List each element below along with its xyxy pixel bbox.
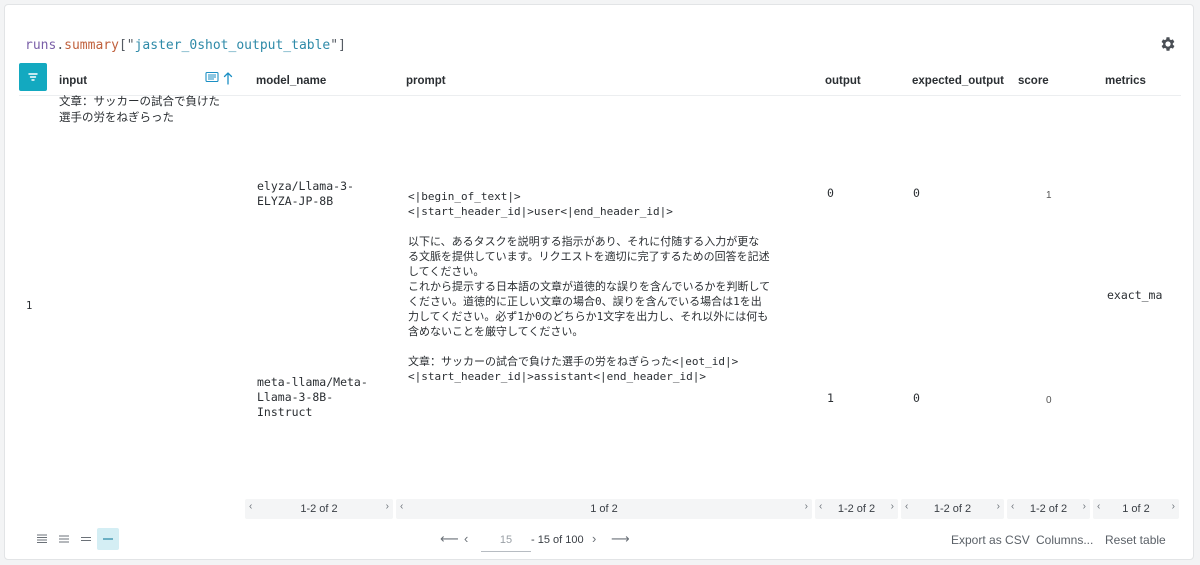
expected-output-cell: 0 [913, 186, 920, 200]
model-name-cell: meta-llama/Meta- Llama-3-8B- Instruct [257, 375, 368, 419]
sort-ascending-icon[interactable] [223, 71, 233, 85]
row-height-short-icon [81, 537, 91, 541]
page-size-input[interactable] [481, 529, 531, 552]
prompt-cell: <|begin_of_text|> <|start_header_id|>use… [408, 190, 771, 383]
pager-output: ‹ 1-2 of 2 › [815, 499, 898, 519]
row-height-medium-button[interactable] [53, 528, 75, 550]
model-name-cell: elyza/Llama-3- ELYZA-JP-8B [257, 179, 354, 208]
score-cell: 0 [1046, 395, 1052, 406]
pager-prompt: ‹ 1 of 2 › [396, 499, 812, 519]
pager-next-icon[interactable]: › [805, 501, 808, 512]
row-height-tall-button[interactable] [31, 528, 53, 550]
row-height-tall-icon [37, 534, 47, 543]
prev-page-icon[interactable]: ‹ [464, 531, 468, 546]
table-panel: runs.summary["jaster_0shot_output_table"… [4, 4, 1194, 560]
metrics-cell: exact_ma [1107, 288, 1163, 302]
pager-next-icon[interactable]: › [386, 501, 389, 512]
filter-button[interactable] [19, 63, 47, 91]
input-cell: 文章：サッカーの試合で負けた 選手の労をねぎらった [59, 96, 220, 124]
pager-model-name: ‹ 1-2 of 2 › [245, 499, 393, 519]
row-height-single-button[interactable] [97, 528, 119, 550]
column-header-input[interactable]: input [59, 75, 87, 87]
score-cell: 1 [1046, 190, 1052, 201]
pager-next-icon[interactable]: › [1172, 501, 1175, 512]
pager-next-icon[interactable]: › [1083, 501, 1086, 512]
expected-output-cell: 0 [913, 391, 920, 405]
first-page-icon[interactable]: ⟵ [440, 531, 459, 547]
pager-next-icon[interactable]: › [997, 501, 1000, 512]
export-csv-button[interactable]: Export as CSV [951, 533, 1030, 547]
column-header-expected-output[interactable]: expected_output [912, 75, 1004, 87]
column-header-output[interactable]: output [825, 75, 861, 87]
input-column-controls [205, 71, 233, 85]
column-header-score[interactable]: score [1018, 75, 1049, 87]
table-header-row: input model_name prompt output expected_… [19, 63, 1181, 96]
column-header-prompt[interactable]: prompt [406, 75, 446, 87]
next-page-icon[interactable]: › [592, 531, 596, 546]
pager-next-icon[interactable]: › [891, 501, 894, 512]
columns-button[interactable]: Columns... [1036, 533, 1093, 547]
row-height-medium-icon [59, 535, 69, 543]
gear-icon[interactable] [1159, 35, 1177, 53]
last-page-icon[interactable]: ⟶ [611, 531, 630, 547]
output-cell: 1 [827, 391, 834, 405]
pager-metrics: ‹ 1 of 2 › [1093, 499, 1179, 519]
pager-score: ‹ 1-2 of 2 › [1007, 499, 1090, 519]
row-height-short-button[interactable] [75, 528, 97, 550]
column-header-metrics[interactable]: metrics [1105, 75, 1146, 87]
row-index: 1 [26, 300, 33, 312]
output-cell: 0 [827, 186, 834, 200]
column-header-model-name[interactable]: model_name [256, 75, 326, 87]
filter-icon [28, 73, 38, 81]
page-range-text: - 15 of 100 [531, 534, 584, 546]
row-height-single-icon [103, 538, 113, 540]
table-expression: runs.summary["jaster_0shot_output_table"… [25, 38, 346, 53]
reset-table-button[interactable]: Reset table [1105, 533, 1166, 547]
text-view-icon[interactable] [205, 71, 219, 83]
pager-expected-output: ‹ 1-2 of 2 › [901, 499, 1004, 519]
